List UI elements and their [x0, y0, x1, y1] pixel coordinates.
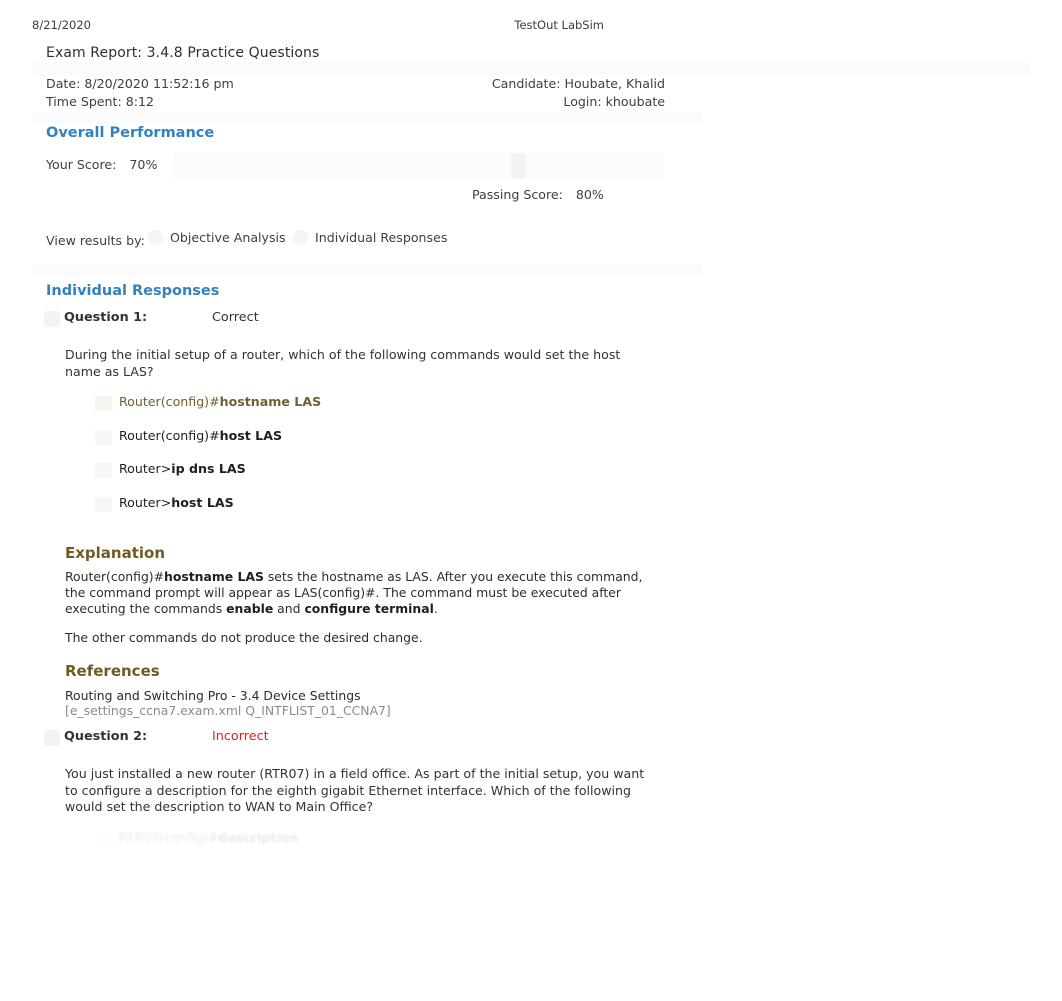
view-results-by: View results by: Objective Analysis Indi…: [40, 217, 665, 263]
meta-row-date: Date: 8/20/2020 11:52:16 pm Candidate: H…: [46, 75, 665, 92]
print-date: 8/21/2020: [32, 18, 91, 32]
question-text: During the initial setup of a router, wh…: [65, 347, 621, 379]
reference-id: [e_settings_ccna7.exam.xml Q_INTFLIST_01…: [65, 703, 391, 719]
candidate-label: Candidate:: [491, 76, 561, 91]
passing-score: Passing Score: 80%: [472, 187, 604, 202]
question-label: Question 1:: [64, 310, 148, 325]
print-app-title: TestOut LabSim: [514, 18, 604, 32]
radio-individual-responses-label: Individual Responses: [315, 230, 448, 245]
answer-option-text: Router(config)#host LAS: [119, 427, 283, 443]
answer-option[interactable]: Router>host LAS: [65, 495, 665, 529]
question-header: Question 2: Incorrect: [40, 728, 665, 754]
radio-button-icon[interactable]: [293, 230, 308, 245]
explanation-paragraph-2: The other commands do not produce the de…: [65, 630, 423, 646]
time-spent-value: 8:12: [125, 94, 155, 109]
answer-options: RTR07(config)#description: [40, 830, 665, 864]
login-value: khoubate: [605, 94, 665, 109]
status-badge: Incorrect: [212, 729, 269, 745]
explanation-heading: Explanation: [65, 544, 166, 562]
report-meta: Date: 8/20/2020 11:52:16 pm Candidate: H…: [40, 71, 665, 113]
option-marker-icon[interactable]: [95, 463, 112, 478]
overall-performance-heading: Overall Performance: [46, 125, 215, 141]
login-field: Login: khoubate: [563, 93, 665, 110]
status-badge: Correct: [212, 310, 259, 325]
score-progress-bar: [173, 153, 663, 179]
overall-performance-section: Overall Performance Your Score: 70% Pass…: [40, 125, 665, 217]
exam-report-page: Exam Report: 3.4.8 Practice Questions Da…: [32, 42, 1030, 863]
option-marker-icon[interactable]: [95, 396, 112, 411]
score-progress-fill: [173, 153, 516, 179]
your-score: Your Score: 70%: [46, 157, 157, 172]
correct-status-icon: [44, 311, 60, 327]
answer-option-text: Router(config)#hostname LAS: [119, 394, 322, 409]
date-label: Date:: [46, 76, 81, 91]
answer-option[interactable]: Router>ip dns LAS: [65, 461, 665, 495]
radio-button-icon[interactable]: [148, 230, 163, 245]
answer-option-text: Router>host LAS: [119, 494, 234, 510]
option-marker-icon[interactable]: [95, 429, 112, 445]
reference-line: Routing and Switching Pro - 3.4 Device S…: [65, 688, 361, 704]
option-marker-icon[interactable]: [95, 831, 112, 847]
question-label: Question 2:: [64, 729, 148, 745]
answer-option-text: RTR07(config)#description: [119, 829, 299, 845]
individual-responses-heading: Individual Responses: [46, 283, 220, 299]
answer-option[interactable]: RTR07(config)#description: [65, 830, 665, 864]
time-spent-field: Time Spent: 8:12: [46, 93, 154, 110]
question-header: Question 1: Correct: [40, 309, 665, 335]
section-divider: [32, 264, 702, 276]
view-results-by-label: View results by:: [46, 233, 145, 248]
question-block: Question 1: Correct During the initial s…: [40, 309, 665, 718]
page-title: Exam Report: 3.4.8 Practice Questions: [46, 45, 320, 61]
option-marker-icon[interactable]: [95, 496, 112, 512]
passing-score-marker: [511, 153, 526, 179]
your-score-value: 70%: [129, 157, 158, 172]
candidate-value: Houbate, Khalid: [564, 76, 665, 91]
your-score-label: Your Score:: [46, 157, 117, 172]
answer-option[interactable]: Router(config)#hostname LAS: [65, 394, 665, 428]
answer-option-text: Router>ip dns LAS: [119, 461, 246, 476]
radio-objective-analysis-label: Objective Analysis: [170, 230, 286, 245]
meta-divider: [32, 112, 702, 124]
question-block: Question 2: Incorrect You just installed…: [40, 728, 665, 863]
references-heading: References: [65, 662, 160, 681]
meta-row-time: Time Spent: 8:12 Login: khoubate: [46, 93, 665, 110]
explanation-paragraph: Router(config)#hostname LAS sets the hos…: [65, 569, 643, 616]
individual-responses-section: Individual Responses Question 1: Correct…: [40, 283, 665, 863]
print-header: 8/21/2020 TestOut LabSim: [32, 18, 1030, 32]
candidate-field: Candidate: Houbate, Khalid: [492, 75, 665, 92]
radio-objective-analysis[interactable]: Objective Analysis: [148, 230, 286, 245]
date-field: Date: 8/20/2020 11:52:16 pm: [46, 75, 234, 92]
radio-individual-responses[interactable]: Individual Responses: [293, 230, 447, 245]
answer-options: Router(config)#hostname LAS Router(confi…: [40, 394, 665, 528]
date-value: 8/20/2020 11:52:16 pm: [84, 76, 234, 91]
time-spent-label: Time Spent:: [46, 94, 122, 109]
answer-option[interactable]: Router(config)#host LAS: [65, 428, 665, 462]
passing-score-value: 80%: [575, 187, 604, 202]
passing-score-label: Passing Score:: [472, 187, 563, 202]
question-text: You just installed a new router (RTR07) …: [65, 766, 645, 815]
login-label: Login:: [563, 94, 602, 109]
incorrect-status-icon: [44, 730, 60, 747]
